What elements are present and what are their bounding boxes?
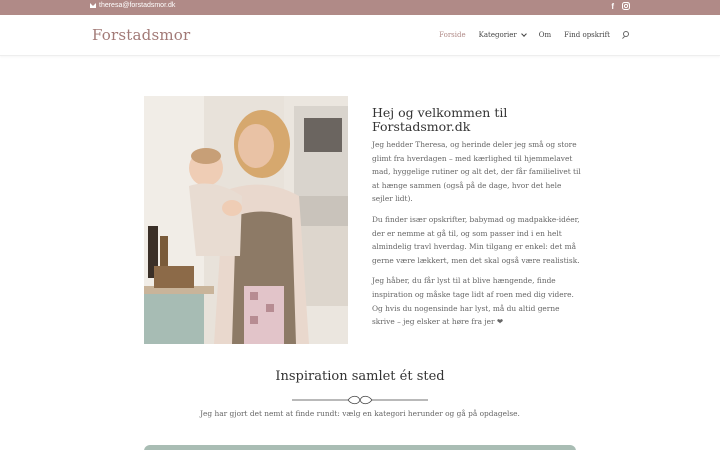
site-header: Forstadsmor Forside Kategorier Om Find o…	[0, 15, 720, 56]
instagram-icon[interactable]	[622, 2, 630, 12]
social-links: f	[611, 2, 630, 12]
nav-item-find-opskrift[interactable]: Find opskrift	[564, 31, 610, 39]
intro-paragraph: Jeg hedder Theresa, og herinde deler jeg…	[372, 140, 581, 204]
main-nav: Forside Kategorier Om Find opskrift	[439, 31, 610, 39]
hero-photo	[144, 96, 348, 344]
facebook-icon[interactable]: f	[611, 2, 614, 12]
category-card[interactable]	[144, 445, 576, 450]
intro-title: Hej og velkommen til Forstadsmor.dk	[372, 105, 508, 134]
email-link[interactable]: theresa@forstadsmor.dk	[90, 2, 175, 9]
section-subtitle: Jeg har gjort det nemt at finde rundt: v…	[200, 409, 520, 418]
envelope-icon	[90, 3, 96, 8]
nav-item-forside[interactable]: Forside	[439, 31, 466, 39]
ornament-divider	[290, 390, 430, 405]
nav-item-om[interactable]: Om	[539, 31, 551, 39]
section-title: Inspiration samlet ét sted	[275, 369, 445, 384]
intro-paragraph: Jeg håber, du får lyst til at blive hæng…	[372, 276, 574, 327]
site-logo[interactable]: Forstadsmor	[92, 26, 190, 44]
email-text[interactable]: theresa@forstadsmor.dk	[99, 2, 175, 9]
nav-item-kategorier[interactable]: Kategorier	[479, 31, 527, 39]
intro-block: Hej og velkommen til Forstadsmor.dk Jeg …	[372, 106, 582, 336]
intro-paragraph: Du finder især opskrifter, babymad og ma…	[372, 214, 580, 265]
chevron-down-icon	[520, 31, 527, 37]
search-icon[interactable]	[621, 31, 630, 40]
top-bar: theresa@forstadsmor.dk f	[0, 0, 720, 15]
